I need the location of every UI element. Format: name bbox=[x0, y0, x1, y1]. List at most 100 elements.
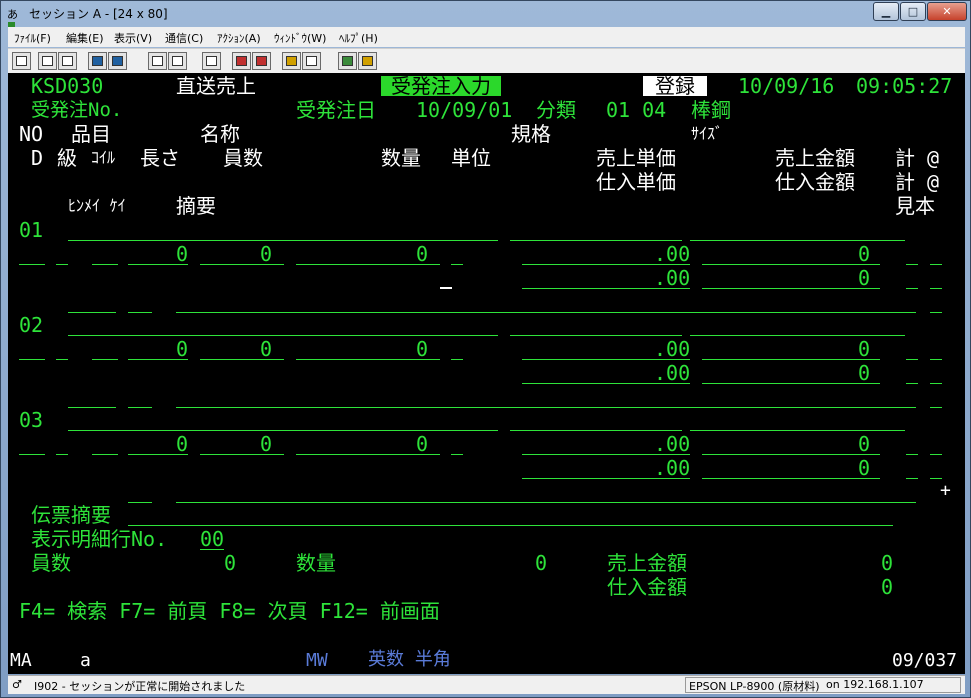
unit-field[interactable] bbox=[451, 454, 463, 455]
menu-window[interactable]: ｳｨﾝﾄﾞｳ(W) bbox=[274, 30, 326, 46]
display-icon[interactable] bbox=[148, 52, 167, 70]
summary-field[interactable] bbox=[176, 312, 916, 313]
calc-at-field[interactable] bbox=[930, 264, 942, 265]
spec-field[interactable] bbox=[510, 430, 682, 431]
grade-field[interactable] bbox=[56, 454, 68, 455]
spec-field[interactable] bbox=[510, 335, 682, 336]
item-code-field[interactable] bbox=[68, 240, 188, 241]
sale-amount-field[interactable] bbox=[702, 454, 880, 455]
display-setup-icon[interactable] bbox=[168, 52, 187, 70]
terminal-screen[interactable]: KSD030 直送売上 受発注入力 登録 10/09/16 09:05:27 受… bbox=[8, 73, 965, 646]
summary-field[interactable] bbox=[176, 502, 916, 503]
hinmei-field[interactable] bbox=[68, 312, 116, 313]
size-field[interactable] bbox=[690, 430, 905, 431]
oia-mw: MW bbox=[306, 650, 328, 671]
title-bar[interactable]: あ セッション A - [24 x 80] ▁ □ ✕ bbox=[1, 1, 970, 33]
header-calc-2: 計 @ bbox=[895, 170, 940, 194]
total-count-label: 員数 bbox=[31, 551, 71, 575]
paste-icon[interactable] bbox=[58, 52, 77, 70]
purchase-price-value: .00 bbox=[654, 266, 691, 290]
play-macro-icon[interactable] bbox=[282, 52, 301, 70]
menu-edit[interactable]: 編集(E) bbox=[66, 30, 104, 46]
calc-flag-field[interactable] bbox=[906, 288, 918, 289]
coil-field[interactable] bbox=[92, 264, 118, 265]
detail-row-value[interactable]: 00 bbox=[200, 529, 224, 549]
unit-field[interactable] bbox=[451, 264, 463, 265]
voucher-summary-field[interactable] bbox=[128, 525, 893, 526]
maximize-button[interactable]: □ bbox=[900, 2, 926, 21]
print-screen-icon[interactable] bbox=[12, 52, 31, 70]
menu-communication[interactable]: 通信(C) bbox=[165, 30, 203, 46]
globe-icon[interactable] bbox=[338, 52, 357, 70]
window-title: セッション A - [24 x 80] bbox=[29, 7, 168, 21]
calc-flag-field[interactable] bbox=[906, 383, 918, 384]
stop-macro-icon[interactable] bbox=[252, 52, 271, 70]
unit-field[interactable] bbox=[451, 359, 463, 360]
hinmei-field[interactable] bbox=[68, 407, 116, 408]
item-code-field[interactable] bbox=[68, 335, 188, 336]
calc-at-field[interactable] bbox=[930, 288, 942, 289]
current-date: 10/09/16 bbox=[738, 74, 835, 98]
menu-help[interactable]: ﾍﾙﾌﾟ(H) bbox=[339, 30, 378, 46]
keyboard-map-icon[interactable] bbox=[202, 52, 221, 70]
action-label: 登録 bbox=[643, 76, 707, 96]
sale-price-value: .00 bbox=[654, 337, 691, 361]
sale-amount-field[interactable] bbox=[702, 264, 880, 265]
sale-amount-field[interactable] bbox=[702, 359, 880, 360]
calc-at-field[interactable] bbox=[930, 478, 942, 479]
calc-flag-field[interactable] bbox=[906, 264, 918, 265]
coil-field[interactable] bbox=[92, 454, 118, 455]
purchase-amount-field[interactable] bbox=[702, 288, 880, 289]
item-name-field[interactable] bbox=[188, 240, 498, 241]
calc-at-field[interactable] bbox=[930, 383, 942, 384]
close-button[interactable]: ✕ bbox=[927, 2, 967, 21]
item-name-field[interactable] bbox=[188, 430, 498, 431]
calc-flag-field[interactable] bbox=[906, 359, 918, 360]
purchase-amount-field[interactable] bbox=[702, 383, 880, 384]
sample-field[interactable] bbox=[930, 407, 942, 408]
spec-field[interactable] bbox=[510, 240, 682, 241]
copy-icon[interactable] bbox=[38, 52, 57, 70]
edit-macro-icon[interactable] bbox=[302, 52, 321, 70]
size-field[interactable] bbox=[690, 240, 905, 241]
d-field[interactable] bbox=[19, 264, 45, 265]
calc-at-field[interactable] bbox=[930, 359, 942, 360]
coil-field[interactable] bbox=[92, 359, 118, 360]
toolbar bbox=[8, 48, 965, 73]
detail-row-field[interactable] bbox=[200, 549, 224, 550]
sale-price-value: .00 bbox=[654, 242, 691, 266]
kei-field[interactable] bbox=[128, 407, 152, 408]
item-name-field[interactable] bbox=[188, 335, 498, 336]
total-sale-label: 売上金額 bbox=[607, 551, 687, 575]
d-field[interactable] bbox=[19, 454, 45, 455]
calc-flag-field[interactable] bbox=[906, 454, 918, 455]
menu-action[interactable]: ｱｸｼｮﾝ(A) bbox=[217, 30, 261, 46]
minimize-button[interactable]: ▁ bbox=[873, 2, 899, 21]
pencil-icon[interactable] bbox=[358, 52, 377, 70]
calc-flag-field[interactable] bbox=[906, 478, 918, 479]
summary-field[interactable] bbox=[176, 407, 916, 408]
mode-label: 受発注入力 bbox=[381, 76, 501, 96]
count-value: 0 bbox=[260, 337, 273, 361]
header-calc-1: 計 @ bbox=[895, 146, 940, 170]
purchase-amount-field[interactable] bbox=[702, 478, 880, 479]
send-file-icon[interactable] bbox=[88, 52, 107, 70]
text-cursor bbox=[440, 287, 452, 289]
grade-field[interactable] bbox=[56, 359, 68, 360]
purchase-amount-value: 0 bbox=[858, 266, 871, 290]
sample-field[interactable] bbox=[930, 312, 942, 313]
menu-view[interactable]: 表示(V) bbox=[114, 30, 152, 46]
header-no: NO bbox=[19, 122, 44, 146]
menu-file[interactable]: ﾌｧｲﾙ(F) bbox=[14, 30, 51, 46]
kei-field[interactable] bbox=[128, 502, 152, 503]
record-macro-icon[interactable] bbox=[232, 52, 251, 70]
oia-ma: MA bbox=[10, 650, 32, 671]
grade-field[interactable] bbox=[56, 264, 68, 265]
calc-at-field[interactable] bbox=[930, 454, 942, 455]
d-field[interactable] bbox=[19, 359, 45, 360]
item-code-field[interactable] bbox=[68, 430, 188, 431]
receive-file-icon[interactable] bbox=[108, 52, 127, 70]
size-field[interactable] bbox=[690, 335, 905, 336]
kei-field[interactable] bbox=[128, 312, 152, 313]
session-app-icon[interactable]: あ bbox=[7, 6, 25, 33]
